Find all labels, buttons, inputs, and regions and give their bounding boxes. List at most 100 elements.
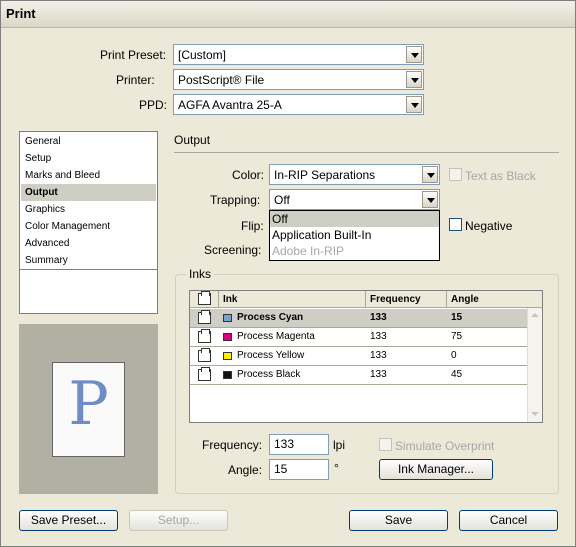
ink-name-cell: Process Magenta [219,328,366,346]
window-title: Print [6,6,36,21]
ppd-label: PPD: [139,98,168,112]
flip-label: Flip: [241,219,264,233]
setup-button[interactable]: Setup... [129,510,228,531]
ink-name-cell: Process Cyan [219,309,366,327]
preview-page: P [52,362,125,457]
sidebar-item[interactable]: Marks and Bleed [21,167,156,184]
title-bar: Print [1,1,575,28]
color-swatch-icon [223,314,232,322]
negative-label: Negative [465,219,513,233]
chevron-down-icon[interactable] [422,191,438,208]
screening-label: Screening: [204,243,262,257]
text-as-black-label: Text as Black [465,169,536,183]
ink-frequency-cell: 133 [370,331,387,342]
preview-glyph: P [68,369,109,439]
printer-icon [198,291,211,305]
list-divider [20,269,157,270]
frequency-label: Frequency: [202,438,263,452]
printer-icon[interactable] [198,310,211,324]
scroll-up-icon[interactable] [528,308,543,323]
inks-table-header: Ink Frequency Angle [190,291,542,308]
chevron-down-icon[interactable] [406,46,422,63]
ink-angle-cell: 0 [451,350,457,361]
ink-name-cell: Process Yellow [219,347,366,365]
frequency-column-header[interactable]: Frequency [366,291,447,308]
page-preview: P [19,324,158,494]
inks-table[interactable]: Ink Frequency Angle Process Cyan 133 15 Pro… [189,290,543,423]
frequency-input[interactable]: 133 [269,434,329,455]
printer-icon[interactable] [198,329,211,343]
print-preset-label: Print Preset: [100,48,167,62]
angle-column-header[interactable]: Angle [447,291,542,308]
print-preset-value: [Custom] [178,48,227,62]
print-dialog: Print Print Preset: [Custom] Printer: Po… [0,0,576,547]
save-preset-button[interactable]: Save Preset... [19,510,118,531]
printer-select[interactable]: PostScript® File [173,69,424,90]
output-section-title: Output [174,133,211,147]
angle-label: Angle: [228,463,263,477]
ink-frequency-cell: 133 [370,312,387,323]
ink-frequency-cell: 133 [370,369,387,380]
chevron-down-icon[interactable] [406,96,422,113]
color-label: Color: [232,168,265,182]
color-swatch-icon [223,333,232,341]
color-swatch-icon [223,352,232,360]
ink-column-header[interactable]: Ink [219,291,366,308]
cancel-button[interactable]: Cancel [459,510,558,531]
color-select[interactable]: In-RIP Separations [269,164,440,185]
trapping-label: Trapping: [210,193,261,207]
ink-manager-button[interactable]: Ink Manager... [379,459,493,480]
table-row[interactable]: Process Black 133 45 [190,366,527,385]
frequency-unit: lpi [333,438,346,452]
sidebar-item[interactable]: Setup [21,150,156,167]
sidebar-item[interactable]: Graphics [21,201,156,218]
printer-icon[interactable] [198,367,211,381]
text-as-black-checkbox[interactable] [449,168,462,181]
table-row[interactable]: Process Magenta 133 75 [190,328,527,347]
sidebar-item[interactable]: Output [21,184,156,201]
category-list[interactable]: General Setup Marks and Bleed Output Graphic… [19,131,158,314]
chevron-down-icon[interactable] [406,71,422,88]
color-value: In-RIP Separations [274,168,376,182]
sidebar-item[interactable]: Summary [21,252,156,269]
ink-angle-cell: 15 [451,312,463,323]
ink-name-cell: Process Black [219,366,366,384]
trapping-select[interactable]: Off [269,189,440,210]
scroll-down-icon[interactable] [528,407,543,422]
print-column-header [190,291,219,308]
angle-unit: ° [334,461,339,475]
sidebar-item[interactable]: General [21,133,156,150]
ink-frequency-cell: 133 [370,350,387,361]
chevron-down-icon[interactable] [422,166,438,183]
ppd-select[interactable]: AGFA Avantra 25-A [173,94,424,115]
save-button[interactable]: Save [349,510,448,531]
table-row[interactable]: Process Cyan 133 15 [190,309,527,328]
trapping-option[interactable]: Adobe In-RIP [270,243,439,259]
print-preset-select[interactable]: [Custom] [173,44,424,65]
trapping-option[interactable]: Off [270,211,439,227]
angle-input[interactable]: 15 [269,459,329,480]
printer-icon[interactable] [198,348,211,362]
negative-checkbox[interactable] [449,218,462,231]
inks-group-title: Inks [186,267,215,281]
simulate-overprint-checkbox[interactable] [379,438,392,451]
ink-name: Process Magenta [237,331,315,342]
section-divider [174,152,559,153]
trapping-option[interactable]: Application Built-In [270,227,439,243]
ink-angle-cell: 45 [451,369,463,380]
ink-name: Process Black [237,369,301,380]
ppd-value: AGFA Avantra 25-A [178,98,282,112]
sidebar-item[interactable]: Color Management [21,218,156,235]
ink-name: Process Cyan [237,312,304,323]
table-row[interactable]: Process Yellow 133 0 [190,347,527,366]
trapping-value: Off [274,193,290,207]
printer-value: PostScript® File [178,73,265,87]
simulate-overprint-label: Simulate Overprint [395,439,495,453]
trapping-dropdown-list[interactable]: Off Application Built-In Adobe In-RIP [269,210,440,261]
sidebar-item[interactable]: Advanced [21,235,156,252]
ink-name: Process Yellow [237,350,305,361]
inks-scrollbar[interactable] [527,308,542,422]
color-swatch-icon [223,371,232,379]
ink-angle-cell: 75 [451,331,463,342]
printer-label: Printer: [116,73,155,87]
